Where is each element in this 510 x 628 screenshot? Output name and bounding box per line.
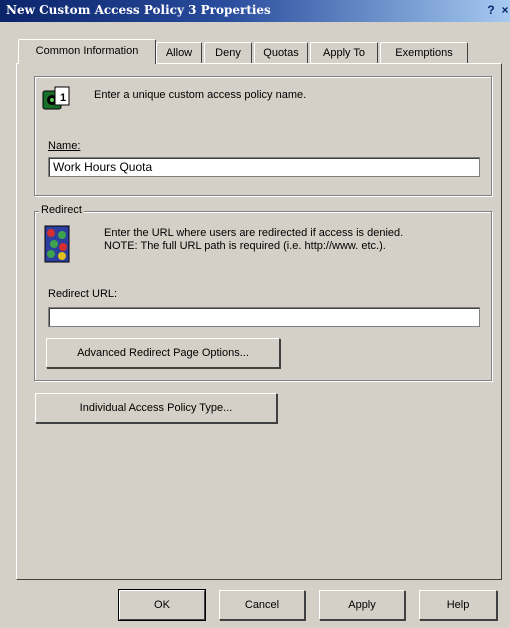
cancel-button[interactable]: Cancel xyxy=(219,590,305,620)
tab-common-information[interactable]: Common Information xyxy=(18,39,156,64)
tab-apply-to[interactable]: Apply To xyxy=(310,42,378,63)
redirect-globe-icon xyxy=(44,225,70,263)
tab-exemptions[interactable]: Exemptions xyxy=(380,42,468,63)
redirect-group-label: Redirect xyxy=(39,204,84,216)
ok-button[interactable]: OK xyxy=(118,589,206,621)
apply-button[interactable]: Apply xyxy=(319,590,405,620)
close-button[interactable]: × xyxy=(498,3,510,18)
help-button[interactable]: Help xyxy=(419,590,497,620)
individual-access-policy-type-button[interactable]: Individual Access Policy Type... xyxy=(35,393,277,423)
window-title: New Custom Access Policy 3 Properties xyxy=(6,3,271,17)
name-label: Name: xyxy=(48,140,81,152)
name-instruction: Enter a unique custom access policy name… xyxy=(94,89,307,101)
dialog-footer: OK Cancel Apply Help xyxy=(12,580,498,626)
svg-text:1: 1 xyxy=(60,92,66,104)
policy-tag-icon: 1 xyxy=(42,86,70,110)
help-title-button[interactable]: ? xyxy=(484,3,498,18)
redirect-url-label: Redirect URL: xyxy=(48,288,118,300)
redirect-url-field[interactable] xyxy=(48,307,480,327)
tab-quotas[interactable]: Quotas xyxy=(254,42,308,63)
tab-deny[interactable]: Deny xyxy=(204,42,252,63)
title-bar[interactable]: New Custom Access Policy 3 Properties ? … xyxy=(0,0,510,22)
name-group: 1 Enter a unique custom access policy na… xyxy=(34,76,492,196)
redirect-group: Redirect Enter the URL where users are r… xyxy=(34,204,492,381)
redirect-instruction-2: NOTE: The full URL path is required (i.e… xyxy=(104,240,386,252)
name-field[interactable] xyxy=(48,157,480,177)
tab-allow[interactable]: Allow xyxy=(156,42,202,63)
redirect-instruction-1: Enter the URL where users are redirected… xyxy=(104,227,404,239)
advanced-redirect-button[interactable]: Advanced Redirect Page Options... xyxy=(46,338,280,368)
